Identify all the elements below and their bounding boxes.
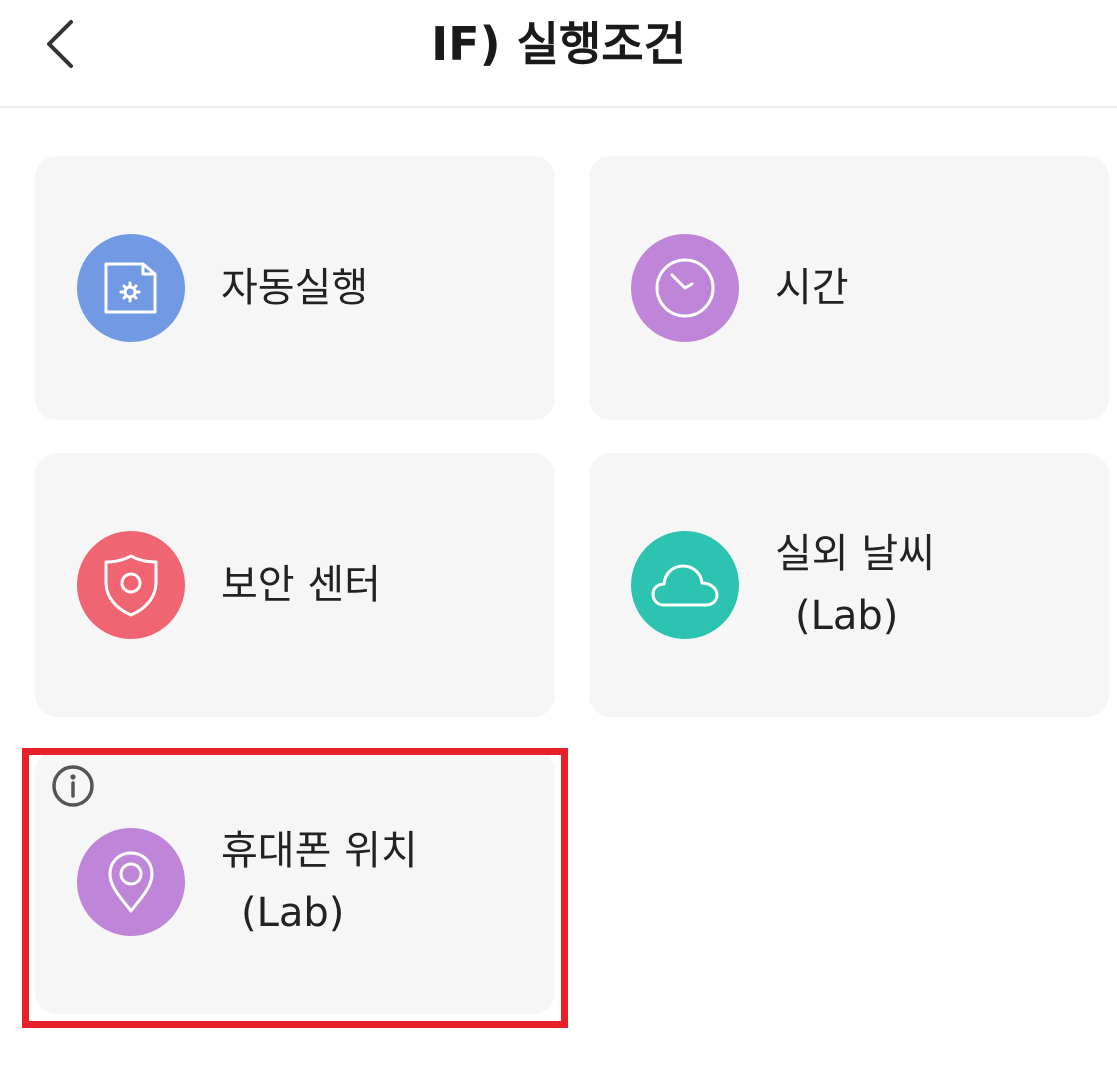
card-label: 시간 xyxy=(775,257,849,319)
location-pin-icon-circle xyxy=(77,828,185,936)
location-pin-icon xyxy=(108,851,154,913)
shield-icon-circle xyxy=(77,531,185,639)
card-label: 실외 날씨 (Lab) xyxy=(775,523,935,647)
card-label-main: 실외 날씨 xyxy=(775,531,935,577)
card-label-main: 보안 센터 xyxy=(221,562,381,608)
card-label-sub: (Lab) xyxy=(795,593,899,639)
card-label: 자동실행 xyxy=(221,257,368,319)
page-title: IF) 실행조건 xyxy=(431,17,686,71)
cloud-icon xyxy=(651,564,719,607)
card-label-main: 휴대폰 위치 xyxy=(221,828,418,874)
info-icon[interactable] xyxy=(51,764,95,808)
auto-run-icon xyxy=(104,262,157,314)
clock-icon-circle xyxy=(631,234,739,342)
condition-card-auto-run[interactable]: 자동실행 xyxy=(35,156,555,420)
card-label-main: 시간 xyxy=(775,265,849,311)
condition-card-outdoor-weather[interactable]: 실외 날씨 (Lab) xyxy=(589,453,1109,717)
condition-card-phone-location[interactable]: 휴대폰 위치 (Lab) xyxy=(35,750,555,1014)
card-label: 휴대폰 위치 (Lab) xyxy=(221,820,418,944)
card-label: 보안 센터 xyxy=(221,554,381,616)
condition-card-time[interactable]: 시간 xyxy=(589,156,1109,420)
clock-icon xyxy=(655,258,715,318)
card-label-main: 자동실행 xyxy=(221,265,369,311)
card-label-sub: (Lab) xyxy=(241,890,345,936)
top-bar: IF) 실행조건 xyxy=(0,0,1117,108)
shield-icon xyxy=(104,554,158,617)
cloud-icon-circle xyxy=(631,531,739,639)
condition-card-security-center[interactable]: 보안 센터 xyxy=(35,453,555,717)
auto-run-icon-circle xyxy=(77,234,185,342)
